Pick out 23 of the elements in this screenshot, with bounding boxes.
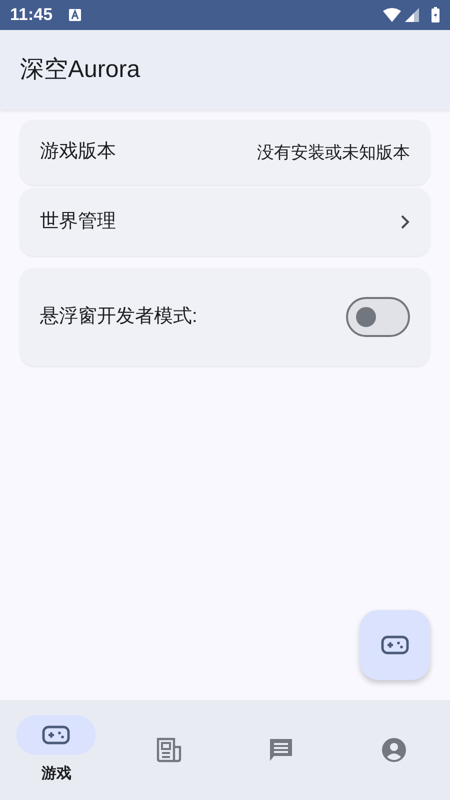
signal-icon — [405, 8, 419, 22]
setting-card[interactable]: 世界管理 — [20, 188, 430, 256]
setting-card[interactable]: 悬浮窗开发者模式: — [20, 268, 430, 366]
toggle-switch[interactable] — [346, 297, 410, 337]
wifi-icon — [383, 8, 401, 22]
gamepad-icon — [381, 635, 409, 655]
battery-icon — [431, 7, 440, 23]
setting-value: 没有安装或未知版本 — [257, 142, 410, 164]
account-icon — [380, 737, 407, 763]
app-title: 深空Aurora — [20, 55, 140, 85]
nav-tab[interactable] — [16, 715, 96, 755]
nav-label: 游戏 — [41, 764, 72, 784]
game-fab[interactable] — [360, 610, 430, 680]
chat-icon — [268, 737, 294, 763]
setting-label: 游戏版本 — [40, 140, 116, 164]
status-time: 11:45 — [10, 4, 53, 26]
notification-icon — [68, 9, 81, 21]
chevron-right-icon — [400, 214, 410, 230]
newspaper-icon — [156, 737, 182, 763]
gamepad-icon — [42, 725, 70, 745]
setting-card[interactable]: 游戏版本 没有安装或未知版本 — [20, 120, 430, 185]
setting-label: 世界管理 — [40, 210, 116, 234]
setting-label: 悬浮窗开发者模式: — [40, 304, 198, 329]
